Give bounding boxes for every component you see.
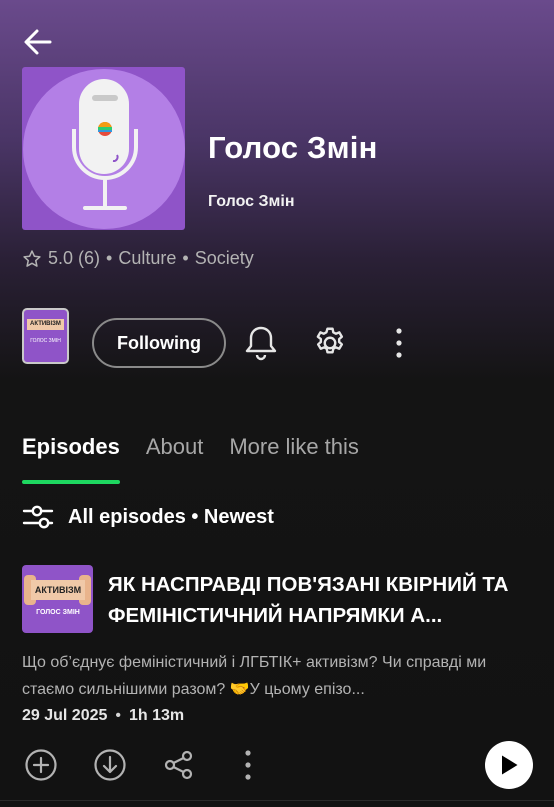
add-to-playlist-button[interactable] <box>22 745 60 785</box>
podcast-author[interactable]: Голос Змін <box>208 193 294 211</box>
more-vertical-icon <box>396 328 402 358</box>
bell-icon <box>245 326 277 361</box>
following-button[interactable]: Following <box>92 318 226 368</box>
episode-meta: 29 Jul 2025 • 1h 13m <box>22 707 185 724</box>
episode-title[interactable]: ЯК НАСПРАВДІ ПОВ'ЯЗАНІ КВІРНИЙ ТА ФЕМІНІ… <box>108 569 528 631</box>
tab-bar: Episodes About More like this <box>22 434 359 460</box>
share-button[interactable] <box>160 745 198 785</box>
episode-more-button[interactable] <box>236 745 260 785</box>
episode-duration: 1h 13m <box>129 707 185 724</box>
thumbnail-tag: АКТИВІЗМ <box>27 319 64 330</box>
tab-about[interactable]: About <box>146 434 204 460</box>
divider <box>0 800 554 801</box>
arrow-left-icon <box>24 29 52 55</box>
play-button[interactable] <box>485 741 533 789</box>
download-circle-icon <box>94 749 126 781</box>
gear-icon <box>316 327 344 354</box>
episode-date: 29 Jul 2025 <box>22 707 108 724</box>
thumbnail-subtitle: ГОЛОС ЗМІН <box>30 338 61 344</box>
episode-description: Що об’єднує феміністичний і ЛГБТІК+ акти… <box>22 654 487 698</box>
back-button[interactable] <box>18 22 58 62</box>
episode-cover[interactable]: АКТИВІЗМ ГОЛОС ЗМІН <box>22 565 93 633</box>
more-options-button[interactable] <box>386 323 412 363</box>
sliders-icon <box>22 505 54 529</box>
notifications-button[interactable] <box>242 323 280 363</box>
small-podcast-thumbnail[interactable]: АКТИВІЗМ ГОЛОС ЗМІН <box>22 308 69 364</box>
category-culture[interactable]: Culture <box>118 248 176 269</box>
microphone-icon <box>72 79 138 210</box>
play-icon <box>502 755 518 775</box>
podcast-title: Голос Змін <box>208 130 378 165</box>
download-button[interactable] <box>91 745 129 785</box>
podcast-cover <box>22 67 185 230</box>
filter-label: All episodes • Newest <box>68 505 274 528</box>
more-vertical-icon <box>245 750 251 780</box>
episode-cover-subtitle: ГОЛОС ЗМІН <box>36 609 80 616</box>
episode-cover-tag: АКТИВІЗМ <box>31 580 85 600</box>
settings-button[interactable] <box>310 323 350 363</box>
plus-circle-icon <box>25 749 57 781</box>
rating-value[interactable]: 5.0 (6) <box>48 248 100 269</box>
podcast-meta: 5.0 (6) • Culture • Society <box>22 248 254 269</box>
active-tab-indicator <box>22 480 120 484</box>
star-icon <box>23 249 41 267</box>
category-society[interactable]: Society <box>195 248 254 269</box>
share-icon <box>164 750 193 780</box>
tab-more-like-this[interactable]: More like this <box>229 434 359 460</box>
tab-episodes[interactable]: Episodes <box>22 434 120 460</box>
episode-filter[interactable]: All episodes • Newest <box>22 503 274 531</box>
